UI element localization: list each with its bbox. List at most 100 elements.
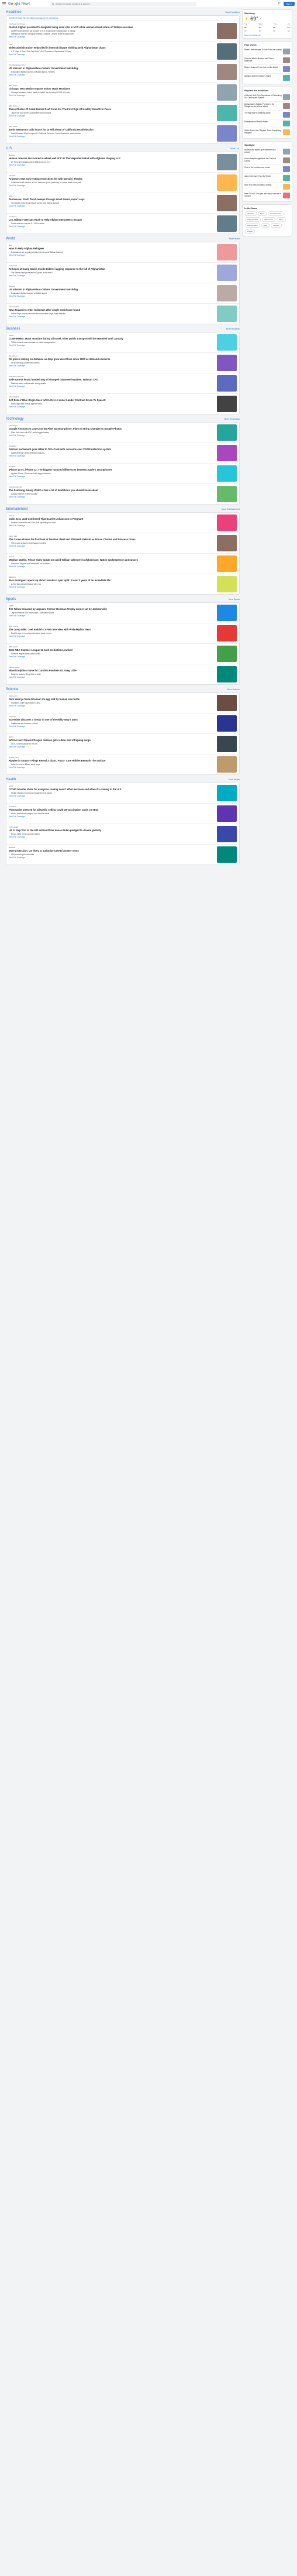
sidebar-story-thumbnail[interactable] [283,121,290,126]
section-title[interactable]: World [6,237,15,241]
related-article-link[interactable]: Pixel 5a is here with IP67 and a bigger … [9,431,215,434]
headline-link[interactable]: 2021 NBA Summer League 12 bold predictio… [9,649,215,651]
related-article-link[interactable]: Sagittarius arm features a break [9,722,215,725]
sidebar-story-thumbnail[interactable] [283,166,290,172]
view-full-coverage-link[interactable]: View Full Coverage [9,254,215,256]
related-article-link[interactable]: Evacuation flights resumed at Kabul airp… [9,292,215,294]
sidebar-story-title[interactable]: New Tech Lifts Mountain Gorillas [244,184,271,190]
headline-link[interactable]: Rare embryo from dinosaur era egg laid b… [9,698,215,701]
view-full-coverage-link[interactable]: View Full Coverage [9,705,215,707]
story-thumbnail[interactable] [217,535,237,551]
story-thumbnail[interactable] [217,105,237,121]
topic-chip[interactable]: Mac Jones [262,217,275,222]
sidebar-story-title[interactable]: How the Words Masked Anti-Ties to Baltim… [244,57,282,63]
related-article-link[interactable]: Galaxy Watch 4 review roundup [9,493,215,495]
headline-link[interactable]: The Crown shares the first look at Domin… [9,538,215,541]
story-thumbnail[interactable] [217,195,237,211]
related-article-link[interactable]: Dolphins acquire Greg Little in trade [9,673,215,675]
view-full-coverage-link[interactable]: View Full Coverage [9,135,215,138]
related-article-link[interactable]: FDA reviewing booster data [9,853,215,856]
topic-chip[interactable]: Robin [276,217,286,222]
source-name[interactable]: People [9,555,215,558]
source-name[interactable]: CNBC [9,334,215,337]
view-full-coverage-link[interactable]: View Full Coverage [9,615,215,617]
source-name[interactable]: 9to5Mac [9,465,215,468]
topic-chip[interactable]: Fred Dempsey [267,211,284,216]
view-full-coverage-link[interactable]: View Full Coverage [9,545,215,547]
related-article-link[interactable]: The Crown season 5 first images revealed [9,542,215,544]
search-bar[interactable]: 🔍︎ [50,1,196,6]
story-thumbnail[interactable] [217,306,237,322]
weather-location[interactable]: Wartburg [244,12,290,15]
sidebar-story[interactable]: Afghanistan's Taliban Promise Is So Dang… [244,102,290,111]
headline-link[interactable]: Ripples in Saturn's Rings Reveal a Giant… [9,759,215,762]
story-thumbnail[interactable] [217,174,237,191]
google-news-logo[interactable]: Google News [8,2,30,6]
sidebar-story-title[interactable]: The Big State Is Breaking Away [244,112,271,118]
story-thumbnail[interactable] [217,756,237,773]
headline-link[interactable]: iPhone 13 vs. iPhone 12: The biggest rum… [9,468,215,471]
sidebar-story[interactable]: Nuclear test tactics grow between two po… [244,148,290,156]
story-thumbnail[interactable] [217,23,237,39]
story-thumbnail[interactable] [217,154,237,170]
sidebar-story-title[interactable]: Biden's Actions Prove he's not the Worst [244,66,278,72]
source-name[interactable]: CBS News [9,125,215,128]
headline-link[interactable]: Google Announces Low-Cost 5G Pixel 5a Sm… [9,427,215,430]
story-thumbnail[interactable] [217,715,237,732]
related-article-link[interactable]: Saturn's core is diffuse, study says [9,763,215,766]
related-article-link[interactable]: Evacuation flights resumed at Kabul airp… [9,71,215,73]
story-thumbnail[interactable] [217,265,237,281]
section-title[interactable]: Entertainment [6,507,27,511]
related-article-link[interactable]: Jaguars release Tim Tebow after 1 presea… [9,612,215,614]
source-name[interactable]: STAT [9,785,215,787]
sidebar-story-thumbnail[interactable] [283,184,290,190]
story-thumbnail[interactable] [217,64,237,80]
source-name[interactable]: CNN Health [9,826,215,828]
source-name[interactable]: The Verge [9,424,215,427]
related-article-link[interactable]: Fossilized turtle egg found in China [9,702,215,704]
headline-link[interactable]: NASA's next SpaceX Dragon mission gets a… [9,739,215,742]
headline-link[interactable]: US mission in Afghanistan a failure: Gov… [9,67,215,70]
sidebar-story[interactable]: Meet COVID-19 hopes and why a vaccine is… [244,191,290,200]
related-article-link[interactable]: Some veterans use the G.I. Bill to assis… [9,222,215,225]
headline-link[interactable]: Pharmacist arrested for allegedly sellin… [9,808,215,811]
source-name[interactable]: CNN [9,43,215,46]
headline-link[interactable]: Zelle cannot heavy handed way of changed… [9,378,215,381]
sidebar-story-title[interactable]: Afghanistan's Taliban Promise Is So Dang… [244,103,282,109]
headline-link[interactable]: 72 hours at Camp David: Inside Biden's l… [9,267,215,270]
view-full-coverage-link[interactable]: View Full Coverage [9,164,215,166]
related-article-link[interactable]: Local Woman: What to expect in Californi… [9,132,215,135]
sidebar-story-thumbnail[interactable] [283,149,290,155]
story-thumbnail[interactable] [217,43,237,60]
sidebar-story-thumbnail[interactable] [283,103,290,109]
related-article-link[interactable]: Harry and Meghan post statement on Arche… [9,562,215,565]
related-article-link[interactable]: Chicago reinstates indoor mask mandate d… [9,91,215,94]
section-title[interactable]: Business [6,327,20,331]
story-thumbnail[interactable] [217,555,237,572]
headline-link[interactable]: Oil prices sinking on distance as drop g… [9,358,215,361]
source-name[interactable]: Smithsonian [9,756,215,759]
headline-link[interactable]: These Photos Of Great Barrier Reef Coral… [9,108,215,111]
view-full-coverage-link[interactable]: View Full Coverage [9,635,215,637]
headline-link[interactable]: US to ship first of the 500 million Pfiz… [9,829,215,832]
view-full-coverage-link[interactable]: View Full Coverage [9,406,215,408]
related-article-link[interactable]: TSA to extend mask mandate on public tra… [9,341,215,344]
search-icon[interactable]: 🔍︎ [52,3,54,5]
related-article-link[interactable]: The Taliban kept promises for 2 years. N… [9,272,215,274]
section-more-link[interactable]: More Health [229,778,240,781]
story-thumbnail[interactable] [217,375,237,392]
view-full-coverage-link[interactable]: View Full Coverage [9,856,215,859]
topic-chip[interactable]: Hitting Loans [245,223,260,228]
source-name[interactable]: Vanity Fair [9,535,215,537]
story-thumbnail[interactable] [217,285,237,301]
view-full-coverage-link[interactable]: View Full Coverage [9,275,215,277]
headline-link[interactable]: Biden administration embroiled in intern… [9,46,215,49]
topic-chip[interactable]: Gaveler [271,223,282,228]
related-article-link[interactable]: U.S. Says It Won't Rule Out Biden's Exit… [9,50,215,53]
view-full-coverage-link[interactable]: View Full Coverage [9,496,215,498]
story-thumbnail[interactable] [217,666,237,682]
source-name[interactable]: The Guardian [9,306,215,308]
story-thumbnail[interactable] [217,646,237,662]
view-full-coverage-link[interactable]: View Full Coverage [9,795,215,797]
view-full-coverage-link[interactable]: View Full Coverage [9,586,215,588]
